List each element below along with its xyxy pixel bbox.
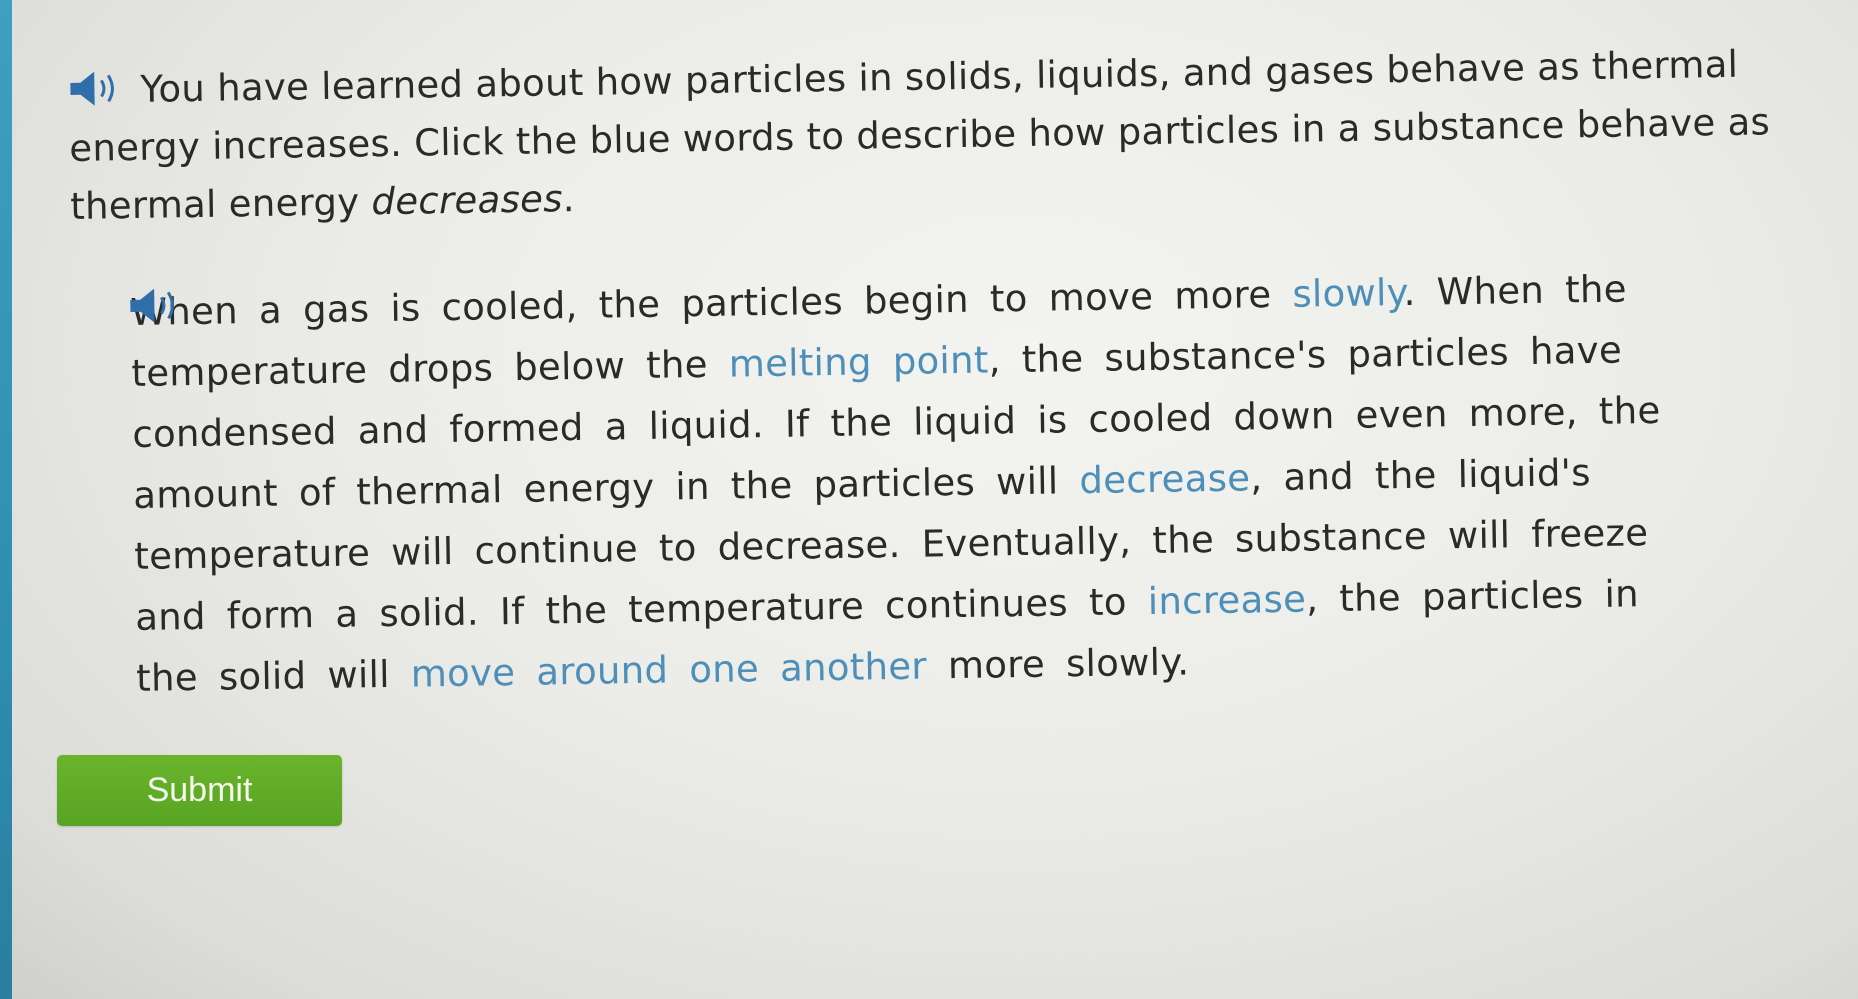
intro-paragraph: You have learned about how particles in … [68, 37, 1770, 236]
passage-text-segment: When a gas is cooled, the particles begi… [130, 272, 1293, 334]
speaker-icon[interactable] [68, 68, 127, 109]
submit-button[interactable]: Submit [57, 755, 342, 826]
passage-text-segment: and form a solid. If the temperature con… [134, 580, 1149, 639]
passage-text-segment: , the particles in [1305, 572, 1640, 621]
intro-line-3-prefix: thermal energy [69, 180, 372, 228]
passage-text-segment: , the substance's particles have [988, 328, 1623, 382]
word-choice-melting-point[interactable]: melting point [728, 338, 988, 385]
speaker-icon[interactable] [128, 285, 187, 326]
intro-line-3-suffix: . [562, 177, 576, 221]
passage-text-segment: the solid will [135, 652, 412, 700]
passage-text-segment: , and the liquid's [1249, 451, 1592, 500]
passage-text-segment: more slowly. [926, 640, 1190, 688]
word-choice-move-around[interactable]: move around one another [410, 645, 927, 696]
passage-text-segment: amount of thermal energy in the particle… [133, 459, 1080, 517]
left-accent-strip [0, 0, 12, 999]
passage-text-segment: temperature drops below the [131, 342, 730, 395]
word-choice-slowly[interactable]: slowly [1292, 271, 1404, 316]
word-choice-decrease[interactable]: decrease [1079, 456, 1251, 502]
passage-text: When a gas is cooled, the particles begi… [38, 258, 1661, 710]
intro-emphasis: decreases [371, 177, 564, 224]
word-choice-increase[interactable]: increase [1147, 578, 1306, 623]
passage-text-segment: . When the [1403, 267, 1628, 314]
passage-paragraph: When a gas is cooled, the particles begi… [128, 257, 1715, 709]
